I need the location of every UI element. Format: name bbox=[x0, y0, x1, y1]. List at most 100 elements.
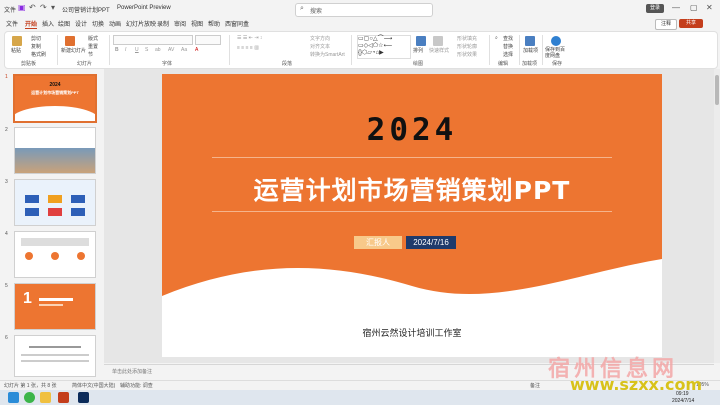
save-to-cloud-button[interactable]: 保存到百度网盘 bbox=[545, 47, 569, 59]
shape-fill-button[interactable]: 形状填充 bbox=[457, 35, 477, 42]
arrange-button[interactable]: 排列 bbox=[413, 47, 423, 54]
thumb-title: 运营计划市场营销策划PPT bbox=[31, 90, 79, 95]
copy-button[interactable]: 复制 bbox=[31, 43, 41, 50]
reporter-label[interactable]: 汇报人 bbox=[354, 236, 402, 249]
group-label-editing: 编辑 bbox=[498, 61, 509, 67]
smartart-button[interactable]: 转换为SmartArt bbox=[310, 51, 345, 58]
addins-button[interactable]: 加载项 bbox=[523, 47, 538, 54]
maximize-icon[interactable]: ▢ bbox=[690, 3, 698, 12]
sign-in-button[interactable]: 登录 bbox=[646, 4, 664, 13]
menu-animations[interactable]: 动画 bbox=[109, 19, 121, 28]
title-rule-bottom bbox=[212, 211, 612, 212]
reset-button[interactable]: 重置 bbox=[88, 43, 98, 50]
search-input[interactable]: ⌕ 搜索 bbox=[295, 3, 433, 17]
slide-thumbnail-2[interactable] bbox=[14, 127, 96, 174]
bullets-icon[interactable]: ☰ ☰ ⇤ ⇥ ↕ bbox=[237, 35, 262, 41]
align-icon[interactable]: ≡ ≡ ≡ ≡ ▥ bbox=[237, 45, 259, 51]
shape-outline-button[interactable]: 形状轮廓 bbox=[457, 43, 477, 50]
paste-button[interactable]: 粘贴 bbox=[11, 47, 21, 54]
menu-view[interactable]: 视图 bbox=[191, 19, 203, 28]
layout-button[interactable]: 版式 bbox=[88, 35, 98, 42]
menu-review[interactable]: 审阅 bbox=[174, 19, 186, 28]
cut-button[interactable]: 剪切 bbox=[31, 35, 41, 42]
close-icon[interactable]: ✕ bbox=[706, 3, 713, 12]
group-label-addins: 加载项 bbox=[522, 61, 538, 67]
change-case-button[interactable]: Aa bbox=[181, 47, 187, 53]
menu-draw[interactable]: 绘图 bbox=[58, 19, 70, 28]
minimize-icon[interactable]: — bbox=[672, 3, 680, 12]
slide-title[interactable]: 运营计划市场营销策划PPT bbox=[162, 171, 662, 207]
italic-button[interactable]: I bbox=[125, 47, 126, 53]
group-label-clipboard: 剪贴板 bbox=[21, 61, 37, 67]
font-size-select[interactable] bbox=[195, 35, 221, 45]
start-icon[interactable] bbox=[8, 392, 19, 403]
slide-year[interactable]: 2024 bbox=[162, 112, 662, 148]
folder-icon[interactable] bbox=[40, 392, 51, 403]
text-direction-button[interactable]: 文字方向 bbox=[310, 35, 330, 42]
file-label[interactable]: 文件 bbox=[4, 5, 16, 14]
shape-effects-button[interactable]: 形状效果 bbox=[457, 51, 477, 58]
save-icon[interactable]: ▣ bbox=[18, 3, 26, 12]
replace-button[interactable]: 替换 bbox=[503, 43, 513, 50]
powerpoint-icon[interactable] bbox=[58, 392, 69, 403]
thumb-number: 6 bbox=[5, 335, 8, 341]
slide-canvas[interactable]: 2024 运营计划市场营销策划PPT 汇报人 2024/7/16 宿州云然设计培… bbox=[162, 74, 662, 357]
slide-thumbnail-5[interactable]: 1 bbox=[14, 283, 96, 330]
chrome-icon[interactable] bbox=[24, 392, 35, 403]
char-spacing-button[interactable]: AV bbox=[168, 47, 174, 53]
group-label-paragraph: 段落 bbox=[282, 61, 293, 67]
divider bbox=[542, 35, 543, 65]
font-color-button[interactable]: A bbox=[195, 47, 198, 53]
menu-file[interactable]: 文件 bbox=[6, 19, 18, 28]
notes-toggle[interactable]: 备注 bbox=[530, 382, 540, 389]
format-painter-button[interactable]: 格式刷 bbox=[31, 51, 46, 58]
thumb-number: 5 bbox=[5, 283, 8, 289]
slide-thumbnail-6[interactable] bbox=[14, 335, 96, 377]
quick-styles-button[interactable]: 快速样式 bbox=[429, 47, 449, 54]
shapes-gallery[interactable]: ▭▢○△⌒⟶ ▭◇◁⬠☆⟵ {}⬡▱◔⌂▶ bbox=[357, 35, 411, 59]
vertical-scrollbar[interactable] bbox=[714, 69, 720, 363]
photoshop-icon[interactable] bbox=[78, 392, 89, 403]
undo-icon[interactable]: ↶ bbox=[29, 3, 36, 12]
redo-icon[interactable]: ↷ bbox=[40, 3, 47, 12]
accessibility-status[interactable]: 辅助功能: 调查 bbox=[120, 382, 153, 389]
comments-button[interactable]: 注释 bbox=[655, 19, 677, 30]
shadow-button[interactable]: ab bbox=[155, 47, 161, 53]
slide-thumbnail-1[interactable]: 2024 运营计划市场营销策划PPT bbox=[13, 74, 97, 123]
strikethrough-button[interactable]: S bbox=[145, 47, 148, 53]
menu-record[interactable]: 录制 bbox=[157, 19, 169, 28]
new-slide-button[interactable]: 新建幻灯片 bbox=[61, 47, 86, 54]
slide-thumbnail-3[interactable] bbox=[14, 179, 96, 226]
slide-date[interactable]: 2024/7/16 bbox=[406, 236, 456, 249]
title-bar: 文件 ▣ ↶ ↷ ▾ 公司营销计划PPT PowerPoint Preview … bbox=[0, 0, 720, 18]
bold-button[interactable]: B bbox=[115, 47, 119, 53]
menu-design[interactable]: 设计 bbox=[75, 19, 87, 28]
baidu-cloud-icon[interactable] bbox=[551, 36, 561, 46]
menu-extra[interactable]: 西窗同盒 bbox=[225, 19, 249, 28]
menu-transitions[interactable]: 切换 bbox=[92, 19, 104, 28]
slide-thumbnail-4[interactable] bbox=[14, 231, 96, 278]
align-text-button[interactable]: 对齐文本 bbox=[310, 43, 330, 50]
slide-studio[interactable]: 宿州云然设计培训工作室 bbox=[162, 326, 662, 339]
menu-help[interactable]: 帮助 bbox=[208, 19, 220, 28]
thumb-number: 2 bbox=[5, 127, 8, 133]
addins-icon[interactable] bbox=[525, 36, 535, 46]
language-status[interactable]: 简体中文(中国大陆) bbox=[72, 382, 115, 389]
section-button[interactable]: 节 bbox=[88, 51, 93, 58]
select-button[interactable]: 选择 bbox=[503, 51, 513, 58]
arrange-icon[interactable] bbox=[416, 36, 426, 46]
underline-button[interactable]: U bbox=[135, 47, 139, 53]
customize-icon[interactable]: ▾ bbox=[51, 3, 55, 12]
paste-icon[interactable] bbox=[12, 36, 22, 46]
font-name-select[interactable] bbox=[113, 35, 193, 45]
menu-slideshow[interactable]: 幻灯片放映 bbox=[126, 19, 156, 28]
menu-home[interactable]: 开始 bbox=[25, 19, 38, 29]
find-button[interactable]: 查找 bbox=[503, 35, 513, 42]
new-slide-icon[interactable] bbox=[65, 36, 75, 46]
quick-styles-icon[interactable] bbox=[433, 36, 443, 46]
share-button[interactable]: 共享 bbox=[679, 19, 703, 28]
group-label-slides: 幻灯片 bbox=[77, 61, 93, 67]
scrollbar-thumb[interactable] bbox=[715, 75, 719, 105]
watermark-url: www.szxx.com bbox=[570, 375, 703, 394]
menu-insert[interactable]: 插入 bbox=[42, 19, 54, 28]
